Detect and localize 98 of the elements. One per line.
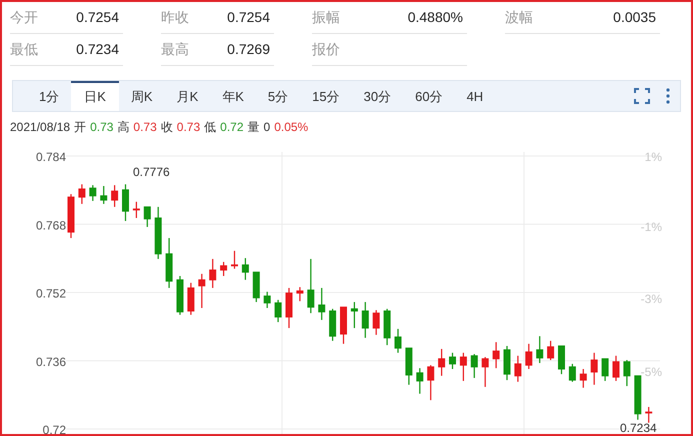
field-label: 低 bbox=[204, 119, 216, 136]
candlestick bbox=[470, 354, 478, 378]
candlestick bbox=[405, 348, 412, 385]
stat-value: 0.0035 bbox=[613, 8, 656, 27]
field-label: 收 bbox=[160, 119, 173, 136]
candlestick bbox=[547, 340, 554, 360]
high-price-label: 0.7776 bbox=[133, 165, 170, 179]
timeframe-tab[interactable]: 年K bbox=[210, 81, 256, 111]
candlestick bbox=[449, 352, 456, 369]
candlestick bbox=[634, 375, 642, 420]
candlestick bbox=[231, 250, 238, 269]
candlestick bbox=[176, 276, 184, 315]
candlestick bbox=[536, 336, 544, 364]
candlestick bbox=[198, 274, 206, 308]
candlestick bbox=[602, 358, 609, 381]
candlestick bbox=[394, 328, 402, 353]
field-label: 量 bbox=[248, 119, 260, 136]
candlestick bbox=[514, 356, 522, 382]
field-value: 0.73 bbox=[90, 119, 114, 136]
candlestick bbox=[372, 310, 380, 335]
y-axis-label: 0.72 bbox=[42, 423, 66, 434]
candlestick bbox=[274, 300, 282, 322]
candlestick bbox=[318, 288, 326, 320]
candlestick bbox=[612, 356, 620, 381]
timeframe-tab[interactable]: 60分 bbox=[403, 81, 455, 111]
candlestick bbox=[132, 202, 140, 218]
candlestick bbox=[307, 258, 314, 314]
stat-value: 0.4880% bbox=[408, 8, 463, 27]
candlestick bbox=[460, 352, 467, 381]
candlestick bbox=[286, 288, 292, 328]
candlestick bbox=[252, 272, 260, 302]
stat-label: 报价 bbox=[312, 40, 340, 59]
stat-label: 最低 bbox=[10, 40, 38, 59]
date-text: 2021/08/18 bbox=[10, 119, 70, 136]
y-axis-label: 0.784 bbox=[36, 150, 66, 164]
stat-label: 最高 bbox=[161, 40, 189, 59]
candlestick bbox=[427, 365, 434, 400]
change-percent: 0.05% bbox=[274, 119, 308, 136]
candlestick bbox=[220, 262, 228, 276]
candlestick bbox=[154, 206, 162, 259]
fullscreen-icon[interactable] bbox=[634, 88, 650, 104]
timeframe-tab[interactable]: 日K bbox=[71, 81, 119, 111]
y-axis-label: 0.768 bbox=[36, 218, 66, 232]
candlestick bbox=[144, 206, 151, 227]
candlestick bbox=[296, 287, 304, 302]
stat-value: 0.7234 bbox=[76, 40, 119, 59]
timeframe-tab[interactable]: 5分 bbox=[256, 81, 300, 111]
stat-label: 振幅 bbox=[312, 8, 340, 27]
field-value: 0.72 bbox=[220, 119, 244, 136]
stat-value: 0.7254 bbox=[227, 8, 270, 27]
stat-label: 昨收 bbox=[161, 8, 189, 27]
candlestick bbox=[340, 306, 347, 344]
candlestick bbox=[166, 238, 173, 288]
timeframe-tab[interactable]: 周K bbox=[118, 81, 165, 111]
timeframe-tab[interactable]: 月K bbox=[164, 81, 210, 111]
low-price-label: 0.7234 bbox=[620, 421, 657, 434]
candlestick bbox=[482, 357, 489, 387]
candlestick bbox=[590, 352, 598, 385]
candlestick bbox=[525, 344, 532, 369]
timeframe-tab[interactable]: 1分 bbox=[27, 81, 72, 111]
candlestick bbox=[329, 308, 336, 341]
candlestick bbox=[492, 342, 500, 368]
candlestick bbox=[568, 364, 576, 382]
stat-value: 0.7254 bbox=[76, 8, 119, 27]
timeframe-tab[interactable]: 15分 bbox=[300, 81, 352, 111]
timeframe-tab[interactable]: 4H bbox=[454, 81, 496, 111]
candlestick bbox=[264, 292, 271, 308]
y-axis-label: 0.736 bbox=[36, 354, 66, 369]
candlestick bbox=[111, 185, 118, 207]
field-value: 0.73 bbox=[176, 119, 200, 136]
candlestick bbox=[558, 345, 565, 374]
candlestick bbox=[100, 186, 108, 204]
candlestick bbox=[68, 194, 74, 238]
candlestick bbox=[350, 302, 358, 328]
candlestick bbox=[187, 282, 194, 315]
field-label: 高 bbox=[117, 119, 130, 136]
timeframe-tab[interactable]: 30分 bbox=[352, 81, 404, 111]
candlestick bbox=[362, 302, 369, 338]
candlestick bbox=[89, 185, 96, 201]
candlestick bbox=[580, 369, 587, 388]
stat-label: 今开 bbox=[10, 8, 38, 27]
candlestick bbox=[242, 258, 249, 280]
field-label: 开 bbox=[74, 119, 86, 136]
field-value: 0 bbox=[264, 119, 270, 136]
stat-value: 0.7269 bbox=[227, 40, 270, 59]
candlestick bbox=[623, 360, 630, 386]
candlestick bbox=[416, 368, 424, 394]
candlestick bbox=[504, 346, 510, 380]
candlestick bbox=[122, 184, 129, 221]
more-icon[interactable] bbox=[666, 88, 670, 104]
field-value: 0.73 bbox=[133, 119, 157, 136]
candlestick bbox=[78, 184, 86, 204]
stat-label: 波幅 bbox=[505, 8, 533, 27]
y-axis-label: 0.752 bbox=[36, 286, 66, 300]
candlestick bbox=[645, 406, 652, 423]
candlestick bbox=[209, 258, 216, 288]
candlestick bbox=[384, 308, 391, 346]
candlestick bbox=[438, 348, 446, 376]
